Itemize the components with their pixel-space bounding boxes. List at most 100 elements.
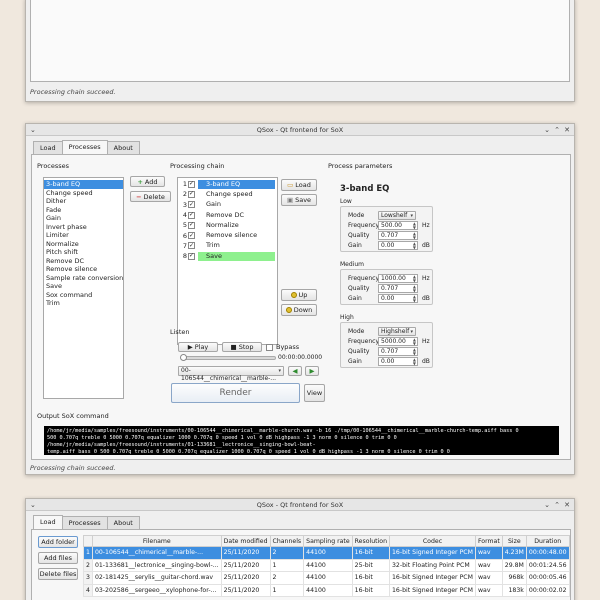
process-item[interactable]: Invert phase	[44, 223, 123, 232]
chain-item[interactable]: 5 ✓ Normalize	[180, 220, 275, 230]
column-header[interactable]: Duration	[525, 535, 570, 547]
listen-file-combo[interactable]: 00-106544__chimerical__marble-... ▾	[178, 366, 284, 382]
spin-arrows-icon[interactable]: ▲ ▼	[413, 338, 416, 346]
processes-list[interactable]: 3-band EQ Change speed Dither Fade Gain Inver…	[43, 177, 124, 399]
process-item[interactable]: Save	[44, 282, 123, 291]
close-icon[interactable]: ✕	[564, 124, 570, 136]
low-gain-spin[interactable]: 0.00 ▲ ▼	[378, 241, 418, 250]
spin-arrows-icon[interactable]: ▲ ▼	[413, 242, 416, 250]
chain-item-checkbox[interactable]: ✓	[188, 180, 195, 188]
table-row[interactable]: 3 02-181425__serylis__guitar-chord.wav 25/…	[83, 571, 570, 585]
table-row[interactable]: 4 03-202586__sergeeo__xylophone-for-... 25…	[83, 583, 570, 597]
add-files-button[interactable]: Add files	[38, 552, 78, 564]
delete-files-button[interactable]: Delete files	[38, 568, 78, 580]
chain-item[interactable]: 8 ✓ Save	[180, 251, 275, 261]
column-header[interactable]: Date modified	[220, 535, 271, 547]
window-menu-icon[interactable]: ⌄	[30, 499, 36, 511]
delete-button[interactable]: − Delete	[130, 191, 171, 202]
processing-chain-list[interactable]: 1 ✓ 3-band EQ 2 ✓ Change speed 3 ✓ Gain 4 ✓ Remove …	[177, 177, 278, 345]
spin-arrows-icon[interactable]: ▲ ▼	[413, 222, 416, 230]
chain-item-checkbox[interactable]: ✓	[188, 201, 195, 209]
seek-slider[interactable]	[180, 354, 276, 361]
tab-load[interactable]: Load	[33, 515, 63, 529]
up-button[interactable]: Up	[281, 289, 317, 301]
render-button[interactable]: Render	[171, 383, 300, 403]
chain-item-checkbox[interactable]: ✓	[188, 232, 195, 240]
chain-item[interactable]: 1 ✓ 3-band EQ	[180, 179, 275, 189]
high-gain-spin[interactable]: 0.00 ▲ ▼	[378, 357, 418, 366]
add-button[interactable]: + Add	[130, 176, 165, 187]
bypass-checkbox[interactable]: Bypass	[266, 343, 299, 351]
column-header[interactable]: Codec	[389, 535, 476, 547]
process-item[interactable]: Remove silence	[44, 265, 123, 274]
process-item[interactable]: Fade	[44, 206, 123, 215]
process-item[interactable]: Sox command	[44, 291, 123, 300]
add-folder-button[interactable]: Add folder	[38, 536, 78, 548]
spin-arrows-icon[interactable]: ▲ ▼	[413, 285, 416, 293]
chain-item-checkbox[interactable]: ✓	[188, 211, 195, 219]
chain-item[interactable]: 7 ✓ Trim	[180, 241, 275, 251]
column-header[interactable]: Size	[501, 535, 527, 547]
process-item[interactable]: Pitch shift	[44, 248, 123, 257]
table-row[interactable]: 2 01-133681__lectronice__singing-bowl-...…	[83, 558, 570, 572]
chain-item-checkbox[interactable]: ✓	[188, 252, 195, 260]
chain-item[interactable]: 3 ✓ Gain	[180, 200, 275, 210]
tab-load[interactable]: Load	[33, 141, 63, 154]
process-item[interactable]: Limiter	[44, 231, 123, 240]
process-item[interactable]: Normalize	[44, 240, 123, 249]
low-frequency-spin[interactable]: 500.00 ▲ ▼	[378, 221, 418, 230]
tab-processes[interactable]: Processes	[61, 516, 108, 529]
column-header[interactable]: Sampling rate	[303, 535, 353, 547]
low-quality-spin[interactable]: 0.707 ▲ ▼	[378, 231, 418, 240]
spin-arrows-icon[interactable]: ▲ ▼	[413, 358, 416, 366]
tab-about[interactable]: About	[106, 516, 140, 529]
chain-item-checkbox[interactable]: ✓	[188, 221, 195, 229]
save-chain-button[interactable]: ▣ Save	[281, 194, 317, 206]
high-mode-combo[interactable]: Highshelf ▾	[378, 327, 416, 336]
medium-quality-spin[interactable]: 0.707 ▲ ▼	[378, 284, 418, 293]
spin-arrows-icon[interactable]: ▲ ▼	[413, 232, 416, 240]
column-header[interactable]: Channels	[269, 535, 305, 547]
high-frequency-spin[interactable]: 5000.00 ▲ ▼	[378, 337, 418, 346]
bypass-checkbox-box[interactable]	[266, 343, 273, 351]
minimize-icon[interactable]: ⌄	[544, 124, 550, 136]
chain-item[interactable]: 4 ✓ Remove DC	[180, 210, 275, 220]
process-item[interactable]: Gain	[44, 214, 123, 223]
process-item[interactable]: Dither	[44, 197, 123, 206]
prev-file-button[interactable]: ◀	[288, 366, 302, 376]
spin-arrows-icon[interactable]: ▲ ▼	[413, 275, 416, 283]
process-item[interactable]: 3-band EQ	[44, 180, 123, 189]
medium-frequency-spin[interactable]: 1000.00 ▲ ▼	[378, 274, 418, 283]
window-menu-icon[interactable]: ⌄	[30, 124, 36, 136]
process-item[interactable]: Sample rate conversion	[44, 274, 123, 283]
chain-item[interactable]: 2 ✓ Change speed	[180, 189, 275, 199]
chain-item-checkbox[interactable]: ✓	[188, 190, 195, 198]
chain-item[interactable]: 6 ✓ Remove silence	[180, 230, 275, 240]
view-button[interactable]: View	[304, 384, 325, 402]
high-quality-spin[interactable]: 0.707 ▲ ▼	[378, 347, 418, 356]
medium-gain-spin[interactable]: 0.00 ▲ ▼	[378, 294, 418, 303]
close-icon[interactable]: ✕	[564, 499, 570, 511]
column-header[interactable]: Format	[474, 535, 503, 547]
column-header[interactable]	[83, 535, 93, 547]
maximize-icon[interactable]: ⌃	[554, 124, 560, 136]
seek-slider-handle[interactable]	[180, 354, 187, 361]
tab-processes[interactable]: Processes	[61, 140, 108, 154]
chain-item-checkbox[interactable]: ✓	[188, 242, 195, 250]
column-header[interactable]: Filename	[91, 535, 222, 547]
table-row[interactable]: 1 00-106544__chimerical__marble-... 25/11/…	[83, 546, 570, 560]
next-file-button[interactable]: ▶	[305, 366, 319, 376]
column-header[interactable]: Resolution	[351, 535, 391, 547]
process-item[interactable]: Change speed	[44, 189, 123, 198]
process-item[interactable]: Trim	[44, 299, 123, 308]
minimize-icon[interactable]: ⌄	[544, 499, 550, 511]
maximize-icon[interactable]: ⌃	[554, 499, 560, 511]
process-item[interactable]: Remove DC	[44, 257, 123, 266]
spin-arrows-icon[interactable]: ▲ ▼	[413, 295, 416, 303]
stop-button[interactable]: ■ Stop	[222, 342, 262, 352]
down-button[interactable]: Down	[281, 304, 317, 316]
low-mode-combo[interactable]: Lowshelf ▾	[378, 211, 416, 220]
spin-arrows-icon[interactable]: ▲ ▼	[413, 348, 416, 356]
load-chain-button[interactable]: ▭ Load	[281, 179, 317, 191]
tab-about[interactable]: About	[106, 141, 140, 154]
